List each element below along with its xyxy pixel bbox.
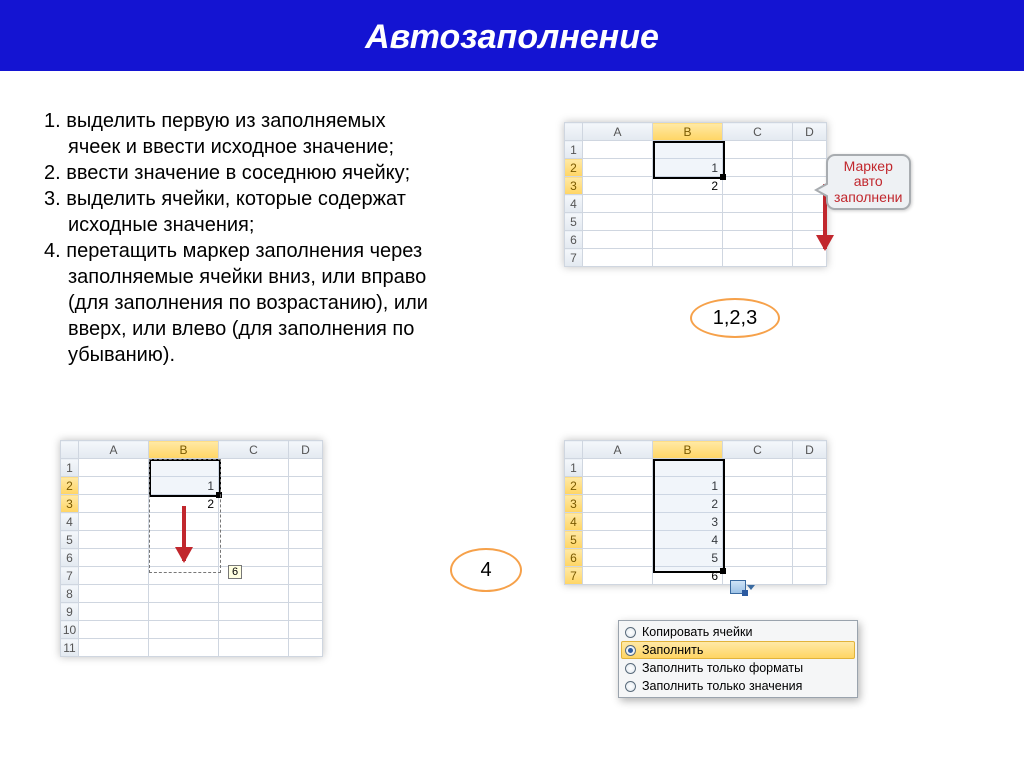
menu-item-fill-series[interactable]: Заполнить [621, 641, 855, 659]
row-1[interactable]: 1 [61, 459, 79, 477]
row-9[interactable]: 9 [61, 603, 79, 621]
radio-icon [625, 627, 636, 638]
autofill-options-button[interactable] [730, 580, 748, 596]
col-A[interactable]: A [583, 123, 653, 141]
step-4: 4. перетащить маркер заполнения через [44, 240, 422, 262]
col-C[interactable]: C [219, 441, 289, 459]
row-3[interactable]: 3 [565, 177, 583, 195]
step-1b: ячеек и ввести исходное значение; [44, 134, 484, 160]
col-B[interactable]: B [653, 123, 723, 141]
row-5[interactable]: 5 [565, 531, 583, 549]
cell-B3[interactable]: 2 [653, 177, 723, 195]
menu-item-copy-cells[interactable]: Копировать ячейки [621, 623, 855, 641]
step-4c: (для заполнения по возрастанию), или [44, 290, 484, 316]
row-6[interactable]: 6 [565, 231, 583, 249]
autofill-icon [730, 580, 746, 594]
menu-item-fill-values[interactable]: Заполнить только значения [621, 677, 855, 695]
col-D[interactable]: D [793, 441, 827, 459]
cell-B2[interactable]: 1 [653, 159, 723, 177]
cell-B7[interactable]: 6 [653, 567, 723, 585]
col-A[interactable]: A [79, 441, 149, 459]
row-2[interactable]: 2 [61, 477, 79, 495]
autofill-options-menu: Копировать ячейки Заполнить Заполнить то… [618, 620, 858, 698]
row-8[interactable]: 8 [61, 585, 79, 603]
spreadsheet-2: A B C D 1 21 32 4 5 6 7 8 9 10 11 6 [60, 440, 323, 662]
cell-B3[interactable]: 2 [653, 495, 723, 513]
row-7[interactable]: 7 [61, 567, 79, 585]
instruction-list: 1. выделить первую из заполняемых ячеек … [44, 108, 484, 368]
step-3: 3. выделить ячейки, которые содержат [44, 188, 406, 210]
radio-icon [625, 663, 636, 674]
col-B[interactable]: B [149, 441, 219, 459]
step-3b: исходные значения; [44, 212, 484, 238]
step-4d: вверх, или влево (для заполнения по [44, 316, 484, 342]
col-D[interactable]: D [289, 441, 323, 459]
row-1[interactable]: 1 [565, 141, 583, 159]
row-5[interactable]: 5 [61, 531, 79, 549]
callout-fill-marker: Маркер авто заполнени [826, 154, 911, 210]
col-B[interactable]: B [653, 441, 723, 459]
menu-item-fill-formats[interactable]: Заполнить только форматы [621, 659, 855, 677]
row-7[interactable]: 7 [565, 249, 583, 267]
row-4[interactable]: 4 [565, 513, 583, 531]
row-10[interactable]: 10 [61, 621, 79, 639]
arrow-down-icon [182, 506, 186, 561]
radio-icon [625, 681, 636, 692]
label-oval-4: 4 [450, 548, 522, 592]
row-4[interactable]: 4 [565, 195, 583, 213]
col-C[interactable]: C [723, 441, 793, 459]
select-all-corner[interactable] [565, 123, 583, 141]
slide-title: Автозаполнение [0, 0, 1024, 71]
row-5[interactable]: 5 [565, 213, 583, 231]
cell-B6[interactable]: 5 [653, 549, 723, 567]
radio-icon [625, 645, 636, 656]
col-D[interactable]: D [793, 123, 827, 141]
row-11[interactable]: 11 [61, 639, 79, 657]
select-all-corner[interactable] [565, 441, 583, 459]
spreadsheet-1: A B C D 1 21 32 4 5 6 7 [564, 122, 827, 272]
step-2: 2. ввести значение в соседнюю ячейку; [44, 162, 410, 184]
row-3[interactable]: 3 [61, 495, 79, 513]
row-2[interactable]: 2 [565, 159, 583, 177]
cell-B4[interactable]: 3 [653, 513, 723, 531]
step-1: 1. выделить первую из заполняемых [44, 110, 386, 132]
cell-B5[interactable]: 4 [653, 531, 723, 549]
label-oval-123: 1,2,3 [690, 298, 780, 338]
cell-B2[interactable]: 1 [653, 477, 723, 495]
select-all-corner[interactable] [61, 441, 79, 459]
spreadsheet-3: A B C D 1 21 32 43 54 65 76 [564, 440, 827, 590]
row-1[interactable]: 1 [565, 459, 583, 477]
row-4[interactable]: 4 [61, 513, 79, 531]
cell-B2[interactable]: 1 [149, 477, 219, 495]
step-4b: заполняемые ячейки вниз, или вправо [44, 264, 484, 290]
drag-tooltip: 6 [228, 565, 242, 579]
col-C[interactable]: C [723, 123, 793, 141]
row-2[interactable]: 2 [565, 477, 583, 495]
step-4e: убыванию). [44, 342, 484, 368]
row-6[interactable]: 6 [61, 549, 79, 567]
row-6[interactable]: 6 [565, 549, 583, 567]
row-7[interactable]: 7 [565, 567, 583, 585]
row-3[interactable]: 3 [565, 495, 583, 513]
col-A[interactable]: A [583, 441, 653, 459]
